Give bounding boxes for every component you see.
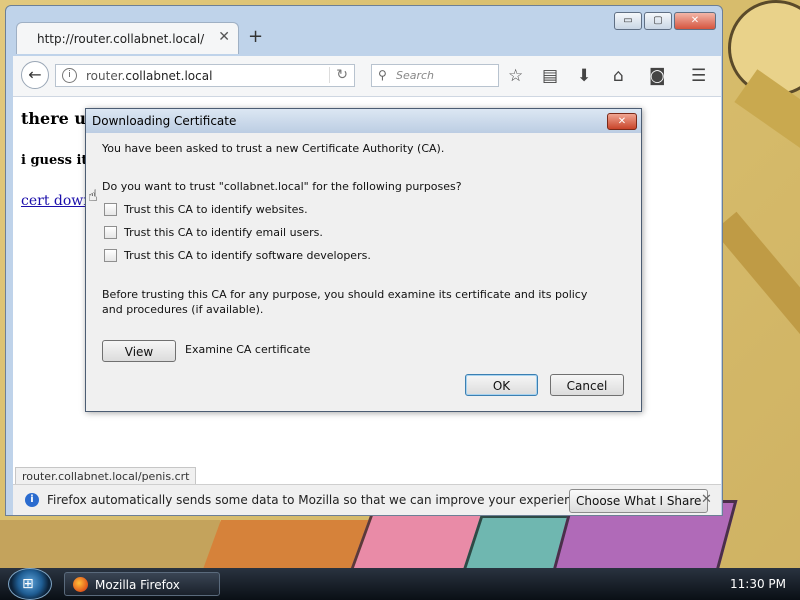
dialog-close-button[interactable]: ✕ [607, 113, 637, 130]
dialog-advice: Before trusting this CA for any purpose,… [102, 288, 588, 316]
trust-websites-label: Trust this CA to identify websites. [124, 203, 308, 216]
view-label: Examine CA certificate [185, 343, 311, 356]
home-icon[interactable]: ⌂ [613, 66, 624, 86]
page-heading-text: there us [21, 109, 96, 128]
search-box[interactable]: ⚲ Search [371, 64, 499, 87]
url-prefix: router. [86, 69, 126, 83]
bookmark-star-icon[interactable]: ☆ [508, 66, 523, 86]
taskbar-task-label: Mozilla Firefox [95, 578, 180, 592]
trust-websites-checkbox[interactable] [104, 203, 117, 216]
download-icon[interactable]: ⬇ [577, 66, 591, 86]
tab-title: http://router.collabnet.local/ [37, 32, 205, 46]
search-placeholder: Search [396, 69, 435, 82]
choose-what-i-share-button[interactable]: Choose What I Share [569, 489, 709, 513]
tab-bar: http://router.collabnet.local/ ✕ + [16, 22, 716, 56]
trust-software-checkbox[interactable] [104, 249, 117, 262]
certificate-dialog: Downloading Certificate ✕ You have been … [85, 108, 642, 412]
url-domain: collabnet.local [125, 69, 213, 83]
ok-button[interactable]: OK [465, 374, 538, 396]
notification-text: Firefox automatically sends some data to… [47, 493, 590, 507]
wallpaper-shape [713, 211, 800, 339]
site-info-icon[interactable]: i [62, 68, 77, 83]
hand-cursor-icon: ☝ [88, 186, 98, 205]
reading-list-icon[interactable]: ▤ [542, 66, 558, 86]
dialog-question: Do you want to trust "collabnet.local" f… [102, 180, 462, 193]
pocket-icon[interactable]: ◙ [649, 66, 666, 86]
taskbar: ⊞ Mozilla Firefox 11:30 PM [0, 568, 800, 600]
tab-router[interactable]: http://router.collabnet.local/ ✕ [16, 22, 239, 54]
start-button[interactable]: ⊞ [8, 568, 52, 600]
trust-email-checkbox[interactable] [104, 226, 117, 239]
dialog-titlebar: Downloading Certificate ✕ [86, 109, 641, 133]
info-icon: i [25, 493, 39, 507]
new-tab-icon[interactable]: + [248, 26, 263, 47]
trust-email-option[interactable]: Trust this CA to identify email users. [104, 226, 323, 239]
trust-software-option[interactable]: Trust this CA to identify software devel… [104, 249, 371, 262]
close-notification-icon[interactable]: ✕ [701, 492, 712, 507]
back-button[interactable]: ← [21, 61, 49, 89]
trust-websites-option[interactable]: Trust this CA to identify websites. [104, 203, 308, 216]
notification-bar: i Firefox automatically sends some data … [13, 484, 721, 515]
navigation-toolbar: ← i router.collabnet.local ↻ ⚲ Search ☆ … [13, 56, 721, 97]
trust-software-label: Trust this CA to identify software devel… [124, 249, 371, 262]
close-tab-icon[interactable]: ✕ [218, 29, 230, 45]
dialog-intro: You have been asked to trust a new Certi… [102, 142, 445, 155]
trust-email-label: Trust this CA to identify email users. [124, 226, 323, 239]
url-bar[interactable]: i router.collabnet.local ↻ [55, 64, 355, 87]
page-subheading: i guess it [21, 153, 88, 168]
clock: 11:30 PM [730, 577, 786, 591]
windows-logo-icon: ⊞ [22, 576, 34, 592]
reload-icon[interactable]: ↻ [329, 67, 348, 83]
view-button[interactable]: View [102, 340, 176, 362]
search-icon: ⚲ [378, 68, 387, 82]
taskbar-firefox[interactable]: Mozilla Firefox [64, 572, 220, 596]
back-arrow-icon: ← [28, 65, 42, 84]
cancel-button[interactable]: Cancel [550, 374, 624, 396]
dialog-title: Downloading Certificate [92, 114, 237, 128]
firefox-icon [73, 577, 88, 592]
menu-icon[interactable]: ☰ [691, 66, 706, 86]
url-text: router.collabnet.local [86, 69, 212, 83]
